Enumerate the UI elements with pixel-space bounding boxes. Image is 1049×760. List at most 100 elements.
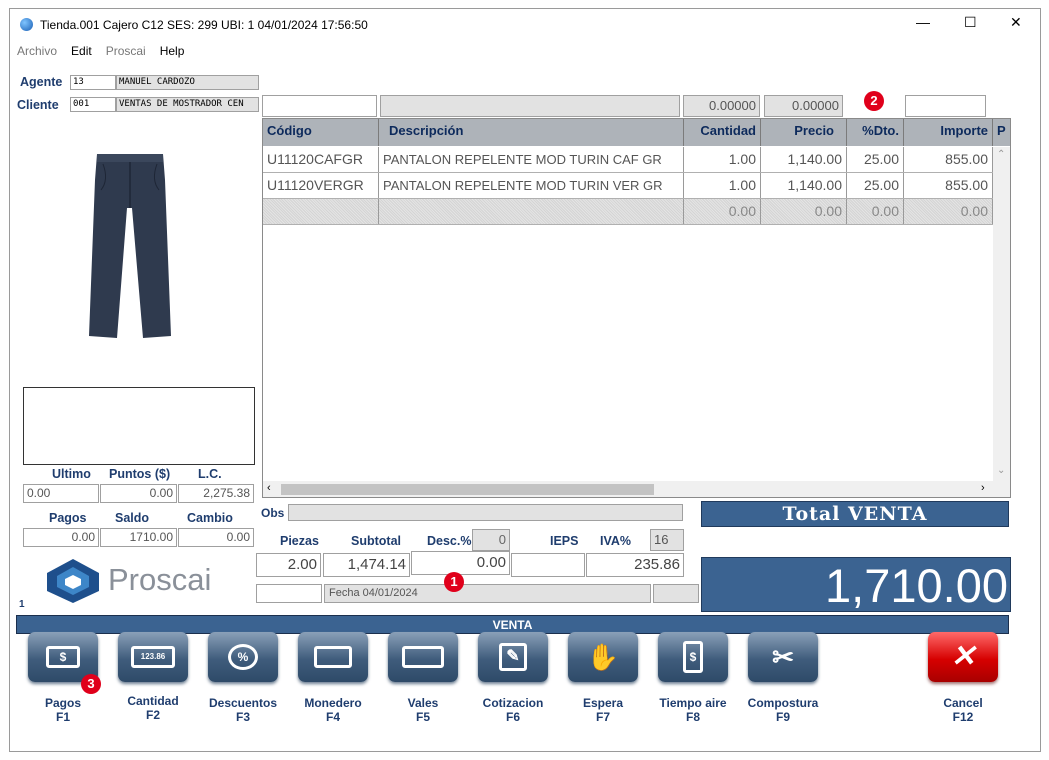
desc-label: Desc.% — [427, 534, 472, 548]
num-field-1: 0.00000 — [683, 95, 760, 117]
agent-name: MANUEL CARDOZO — [116, 75, 259, 90]
cell-codigo: U11120CAFGR — [263, 147, 379, 172]
badge-1: 1 — [444, 572, 464, 592]
cell-precio: 1,140.00 — [761, 173, 847, 198]
product-image — [89, 154, 171, 338]
iva-label: IVA% — [600, 534, 632, 548]
cell-codigo: U11120VERGR — [263, 173, 379, 198]
vales-button[interactable] — [388, 632, 458, 682]
cotizacion-button-label[interactable]: Cotizacion F6 — [468, 696, 558, 724]
proscai-logo-icon — [47, 559, 99, 603]
num-field-2: 0.00000 — [764, 95, 843, 117]
items-grid: Código Descripción Cantidad Precio %Dto.… — [262, 118, 1011, 498]
puntos-value: 0.00 — [100, 484, 177, 503]
cancel-button-label[interactable]: Cancel F12 — [918, 696, 1008, 724]
monedero-button[interactable] — [298, 632, 368, 682]
col-header-cantidad[interactable]: Cantidad — [684, 119, 761, 146]
table-row[interactable]: U11120CAFGR PANTALON REPELENTE MOD TURIN… — [263, 147, 993, 173]
col-header-p[interactable]: P — [993, 119, 1010, 146]
desc-value[interactable]: 0.00 — [411, 551, 510, 575]
cantidad-button-label[interactable]: Cantidad F2 — [108, 694, 198, 722]
calculator-icon: 123.86 — [131, 646, 175, 668]
cell-cantidad: 1.00 — [684, 147, 761, 172]
window-title: Tienda.001 Cajero C12 SES: 299 UBI: 1 04… — [40, 18, 368, 32]
horizontal-scrollbar[interactable]: ‹ › — [263, 481, 1010, 497]
piezas-value: 2.00 — [256, 553, 321, 577]
lc-label: L.C. — [198, 467, 222, 481]
tiempo-aire-button-label[interactable]: Tiempo aire F8 — [648, 696, 738, 724]
extra-input[interactable] — [905, 95, 986, 117]
piezas-label: Piezas — [280, 534, 319, 548]
close-button[interactable]: ✕ — [1010, 14, 1022, 31]
ultimo-label: Ultimo — [52, 467, 91, 481]
phone-icon: $ — [683, 641, 703, 673]
desc-pct-field: 0 — [472, 529, 510, 551]
puntos-label: Puntos ($) — [109, 467, 171, 481]
agent-label: Agente — [20, 75, 63, 89]
vales-button-label[interactable]: Vales F5 — [378, 696, 468, 724]
compostura-button[interactable]: ✂ — [748, 632, 818, 682]
scroll-down-icon[interactable]: ⌄ — [997, 465, 1005, 476]
pagos-button-label[interactable]: Pagos F1 — [18, 696, 108, 724]
client-name: VENTAS DE MOSTRADOR CEN — [116, 97, 259, 112]
menu-edit[interactable]: Edit — [71, 44, 92, 58]
client-code[interactable]: 001 — [70, 97, 116, 112]
scroll-left-icon[interactable]: ‹ — [267, 482, 271, 494]
scissors-icon: ✂ — [772, 642, 794, 672]
hand-icon: ✋ — [586, 642, 620, 672]
cell-codigo — [263, 199, 379, 224]
search-code-input[interactable] — [262, 95, 377, 117]
tiempo-aire-button[interactable]: $ — [658, 632, 728, 682]
aux-field — [256, 584, 322, 603]
table-row[interactable]: U11120VERGR PANTALON REPELENTE MOD TURIN… — [263, 173, 993, 199]
maximize-button[interactable]: ☐ — [964, 14, 977, 31]
cambio-value: 0.00 — [178, 528, 254, 547]
cell-importe: 855.00 — [904, 147, 993, 172]
obs-field[interactable] — [288, 504, 683, 521]
cell-descripcion — [379, 199, 684, 224]
fecha-field: Fecha 04/01/2024 — [324, 584, 651, 603]
compostura-button-label[interactable]: Compostura F9 — [738, 696, 828, 724]
cell-importe: 0.00 — [904, 199, 993, 224]
menu-proscai[interactable]: Proscai — [106, 44, 146, 58]
cell-cantidad: 1.00 — [684, 173, 761, 198]
app-icon — [20, 18, 33, 31]
total-venta-value: 1,710.00 — [701, 557, 1011, 612]
cotizacion-button[interactable]: ✎ — [478, 632, 548, 682]
cell-importe: 855.00 — [904, 173, 993, 198]
espera-button[interactable]: ✋ — [568, 632, 638, 682]
scroll-thumb[interactable] — [281, 484, 654, 495]
scroll-right-icon[interactable]: › — [981, 482, 985, 494]
cell-dto: 0.00 — [847, 199, 904, 224]
vertical-scrollbar[interactable]: ⌃ ⌄ — [993, 147, 1010, 481]
minimize-button[interactable]: — — [916, 14, 930, 30]
col-header-descripcion[interactable]: Descripción — [379, 119, 684, 146]
ultimo-value: 0.00 — [23, 484, 99, 503]
cell-descripcion: PANTALON REPELENTE MOD TURIN CAF GR — [379, 147, 684, 172]
cantidad-button[interactable]: 123.86 — [118, 632, 188, 682]
col-header-dto[interactable]: %Dto. — [847, 119, 904, 146]
col-header-precio[interactable]: Precio — [761, 119, 847, 146]
search-desc-field — [380, 95, 680, 117]
subtotal-value: 1,474.14 — [323, 553, 410, 577]
cell-cantidad: 0.00 — [684, 199, 761, 224]
monedero-button-label[interactable]: Monedero F4 — [288, 696, 378, 724]
table-row[interactable]: 0.00 0.00 0.00 0.00 — [263, 199, 993, 225]
col-header-importe[interactable]: Importe — [904, 119, 993, 146]
col-header-codigo[interactable]: Código — [263, 119, 379, 146]
cell-precio: 1,140.00 — [761, 147, 847, 172]
agent-code[interactable]: 13 — [70, 75, 116, 90]
descuentos-button[interactable]: % — [208, 632, 278, 682]
descuentos-button-label[interactable]: Descuentos F3 — [198, 696, 288, 724]
footer-number: 1 — [19, 599, 25, 610]
menu-archivo[interactable]: Archivo — [17, 44, 57, 58]
percent-icon: % — [228, 644, 258, 670]
cell-dto: 25.00 — [847, 173, 904, 198]
cell-precio: 0.00 — [761, 199, 847, 224]
menu-help[interactable]: Help — [160, 44, 185, 58]
scroll-up-icon[interactable]: ⌃ — [997, 149, 1005, 160]
cell-descripcion: PANTALON REPELENTE MOD TURIN VER GR — [379, 173, 684, 198]
cancel-button[interactable]: ✕ — [928, 632, 998, 682]
aux-field-2 — [653, 584, 699, 603]
espera-button-label[interactable]: Espera F7 — [558, 696, 648, 724]
